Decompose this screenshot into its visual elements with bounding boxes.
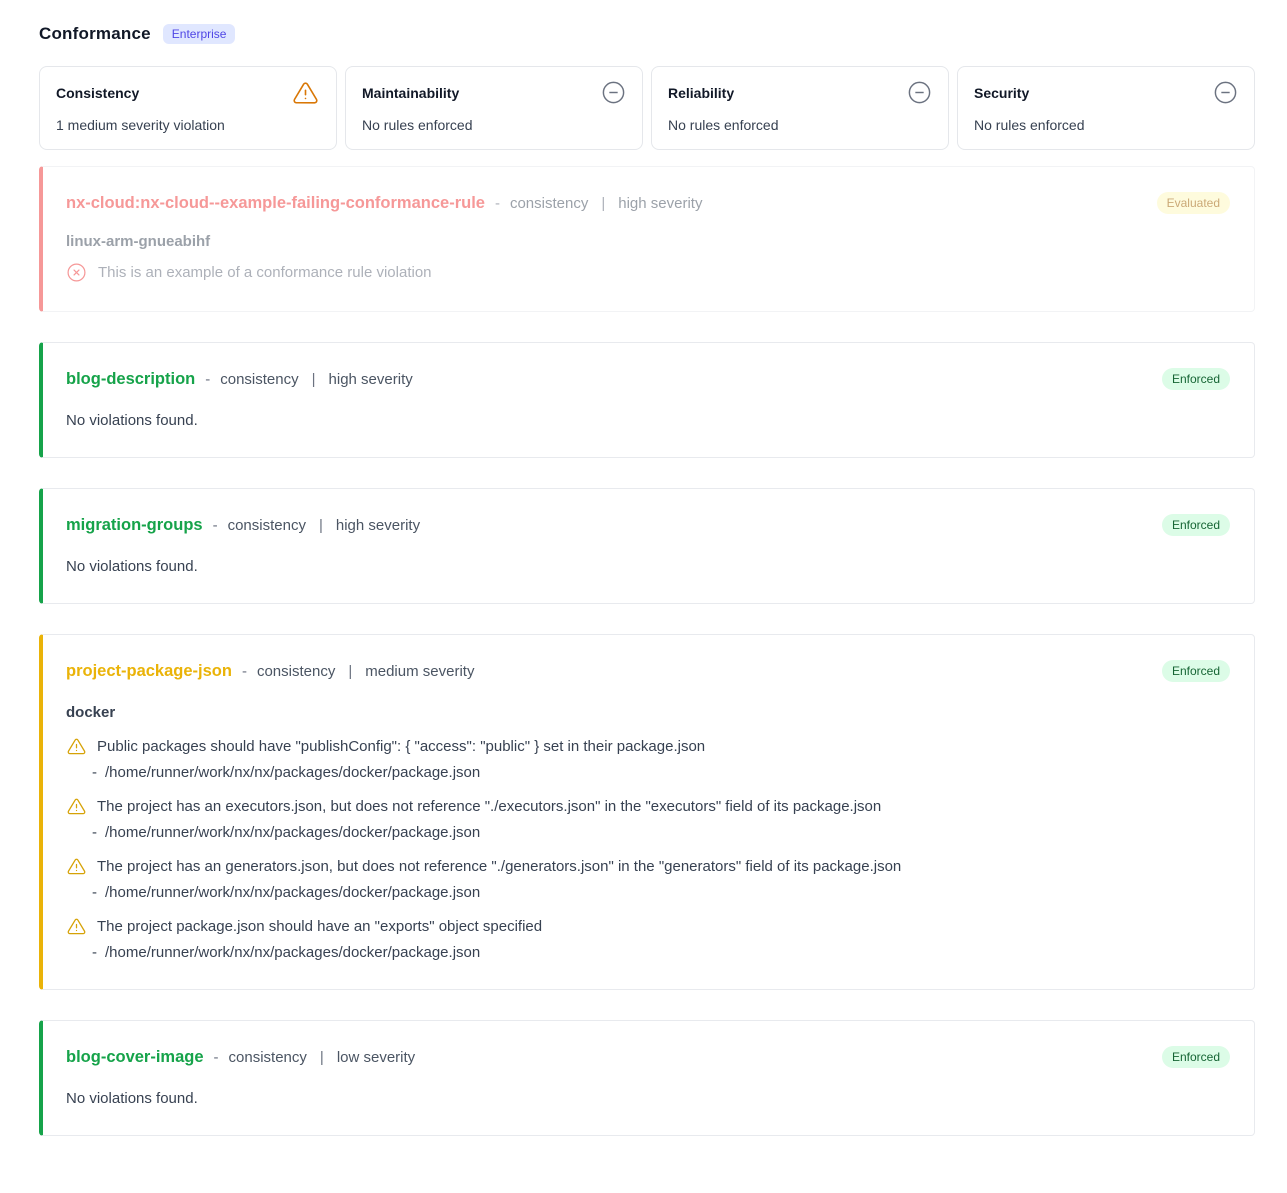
status-badge-enforced: Enforced (1162, 660, 1230, 682)
summary-card-title: Security (974, 80, 1029, 101)
violation-message: The project has an executors.json, but d… (97, 798, 881, 815)
minus-circle-icon (601, 80, 626, 105)
rule-category: consistency (220, 371, 298, 388)
summary-card-maintainability[interactable]: Maintainability No rules enforced (345, 66, 643, 150)
rule-card-project-package-json: project-package-json - consistency | med… (39, 634, 1255, 990)
summary-card-status: 1 medium severity violation (56, 117, 320, 133)
path-text: /home/runner/work/nx/nx/packages/docker/… (105, 884, 480, 901)
summary-card-reliability[interactable]: Reliability No rules enforced (651, 66, 949, 150)
summary-card-title: Maintainability (362, 80, 459, 101)
violation-message: The project package.json should have an … (97, 918, 542, 935)
rule-category: consistency (257, 663, 335, 680)
project-group-name: docker (66, 704, 1230, 721)
rule-name-link[interactable]: nx-cloud:nx-cloud--example-failing-confo… (66, 194, 485, 213)
minus-circle-icon (1213, 80, 1238, 105)
conformance-page: Conformance Enterprise Consistency 1 med… (0, 0, 1287, 1136)
violation-message: This is an example of a conformance rule… (98, 264, 432, 281)
violation-path: - /home/runner/work/nx/nx/packages/docke… (66, 764, 1230, 781)
rule-card-blog-cover-image: blog-cover-image - consistency | low sev… (39, 1020, 1255, 1136)
rule-meta-dash: - (213, 517, 218, 534)
rule-category: consistency (510, 195, 588, 212)
rule-meta-pipe: | (345, 663, 355, 680)
summary-card-status: No rules enforced (974, 117, 1238, 133)
warning-triangle-icon (66, 737, 87, 756)
rule-meta-pipe: | (317, 1049, 327, 1066)
rule-result-text: No violations found. (66, 1090, 1230, 1107)
rule-name-link[interactable]: blog-cover-image (66, 1048, 204, 1067)
path-dash: - (92, 824, 97, 841)
path-dash: - (92, 944, 97, 961)
rule-result-text: No violations found. (66, 558, 1230, 575)
status-badge-enforced: Enforced (1162, 1046, 1230, 1068)
rule-card-migration-groups: migration-groups - consistency | high se… (39, 488, 1255, 604)
rule-card-blog-description: blog-description - consistency | high se… (39, 342, 1255, 458)
rule-meta-dash: - (214, 1049, 219, 1066)
violation-item: The project has an executors.json, but d… (66, 797, 1230, 841)
summary-card-title: Reliability (668, 80, 734, 101)
rule-severity: medium severity (365, 663, 474, 680)
violation-item: The project has an generators.json, but … (66, 857, 1230, 901)
rule-severity: high severity (336, 517, 420, 534)
path-text: /home/runner/work/nx/nx/packages/docker/… (105, 824, 480, 841)
path-dash: - (92, 764, 97, 781)
path-text: /home/runner/work/nx/nx/packages/docker/… (105, 944, 480, 961)
warning-triangle-icon (66, 917, 87, 936)
path-dash: - (92, 884, 97, 901)
project-name: linux-arm-gnueabihf (66, 233, 1230, 250)
rule-name-link[interactable]: blog-description (66, 370, 195, 389)
summary-card-title: Consistency (56, 80, 139, 101)
page-title: Conformance (39, 24, 151, 44)
minus-circle-icon (907, 80, 932, 105)
rule-meta-dash: - (205, 371, 210, 388)
summary-card-status: No rules enforced (668, 117, 932, 133)
rule-card-example-failing-conformance-rule: nx-cloud:nx-cloud--example-failing-confo… (39, 166, 1255, 312)
status-badge-evaluated: Evaluated (1157, 192, 1230, 214)
rule-list: nx-cloud:nx-cloud--example-failing-confo… (39, 166, 1255, 1136)
rule-severity: high severity (618, 195, 702, 212)
summary-card-status: No rules enforced (362, 117, 626, 133)
rule-category: consistency (228, 517, 306, 534)
summary-card-security[interactable]: Security No rules enforced (957, 66, 1255, 150)
enterprise-badge: Enterprise (163, 24, 236, 44)
violation-message: The project has an generators.json, but … (97, 858, 901, 875)
summary-row: Consistency 1 medium severity violation … (39, 66, 1255, 150)
warning-triangle-icon (66, 857, 87, 876)
violation-item: Public packages should have "publishConf… (66, 737, 1230, 781)
x-circle-icon (66, 262, 87, 283)
rule-severity: low severity (337, 1049, 415, 1066)
rule-meta-dash: - (495, 195, 500, 212)
path-text: /home/runner/work/nx/nx/packages/docker/… (105, 764, 480, 781)
rule-category: consistency (229, 1049, 307, 1066)
rule-meta-pipe: | (316, 517, 326, 534)
rule-name-link[interactable]: project-package-json (66, 662, 232, 681)
violation-path: - /home/runner/work/nx/nx/packages/docke… (66, 944, 1230, 961)
violation-path: - /home/runner/work/nx/nx/packages/docke… (66, 824, 1230, 841)
page-header: Conformance Enterprise (39, 24, 1255, 44)
status-badge-enforced: Enforced (1162, 514, 1230, 536)
warning-triangle-icon (291, 80, 320, 106)
rule-name-link[interactable]: migration-groups (66, 516, 203, 535)
violation-message: Public packages should have "publishConf… (97, 738, 705, 755)
rule-meta-pipe: | (309, 371, 319, 388)
warning-triangle-icon (66, 797, 87, 816)
rule-meta-dash: - (242, 663, 247, 680)
rule-meta-pipe: | (598, 195, 608, 212)
violation-path: - /home/runner/work/nx/nx/packages/docke… (66, 884, 1230, 901)
status-badge-enforced: Enforced (1162, 368, 1230, 390)
rule-result-text: No violations found. (66, 412, 1230, 429)
violation-item: The project package.json should have an … (66, 917, 1230, 961)
summary-card-consistency[interactable]: Consistency 1 medium severity violation (39, 66, 337, 150)
rule-severity: high severity (329, 371, 413, 388)
